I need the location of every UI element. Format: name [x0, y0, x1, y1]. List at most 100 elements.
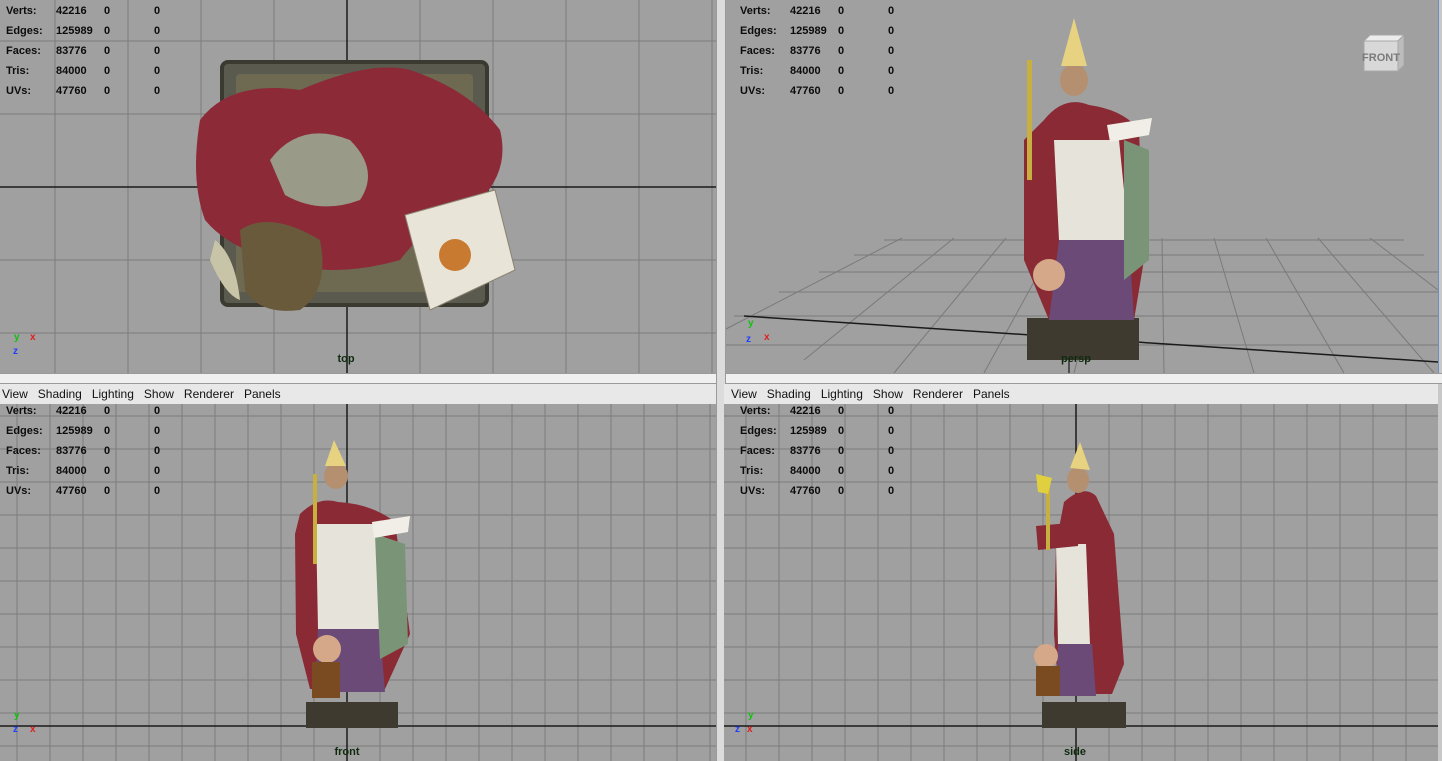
hud-value: 47760 — [56, 85, 87, 97]
statue-top-model — [196, 60, 516, 311]
hud-row-tris: Tris: 84000 0 0 — [740, 461, 894, 481]
hud-value: 125989 — [790, 425, 827, 437]
axis-y-label: y — [14, 710, 20, 721]
hud-value: 84000 — [56, 65, 87, 77]
hud-label: Tris: — [6, 465, 30, 477]
camera-label-side: side — [1063, 746, 1087, 758]
hud-value: 84000 — [790, 465, 821, 477]
statue-persp-model — [1024, 18, 1152, 360]
hud-selected: 0 — [104, 465, 111, 477]
viewport-side[interactable]: Verts: 42216 0 0 Edges: 125989 0 0 Faces: 83776… — [724, 404, 1438, 761]
hud-label: Verts: — [740, 5, 771, 17]
viewport-top[interactable]: Verts: 42216 0 0 Edges: 125989 0 0 Faces: 83776… — [0, 0, 716, 373]
axis-z-label: z — [735, 724, 740, 735]
hud-value: 47760 — [56, 485, 87, 497]
panel-menubar-front: View Shading Lighting Show Renderer Pane… — [0, 384, 716, 405]
viewport-front[interactable]: Verts: 42216 0 0 Edges: 125989 0 0 Faces: 83776… — [0, 404, 716, 761]
axis-y-label: y — [748, 318, 754, 329]
hud-selected: 0 — [104, 65, 111, 77]
hud-selected: 0 — [838, 465, 845, 477]
hud-label: Edges: — [740, 425, 777, 437]
menu-show[interactable]: Show — [139, 387, 179, 401]
axis-x-label: x — [30, 724, 36, 735]
menu-panels[interactable]: Panels — [239, 387, 286, 401]
viewport-persp[interactable]: FRONT Verts: 42216 0 0 Edges: 125989 0 0 Faces… — [723, 0, 1439, 374]
hud-row-uvs: UVs: 47760 0 0 — [740, 481, 894, 501]
hud-label: Verts: — [6, 405, 37, 417]
hud-row-verts: Verts: 42216 0 0 — [740, 1, 894, 21]
hud-selected: 0 — [104, 425, 111, 437]
hud-selected: 0 — [104, 445, 111, 457]
statue-front-model — [295, 440, 410, 728]
hud-row-edges: Edges: 125989 0 0 — [740, 421, 894, 441]
axis-z-label: z — [13, 724, 18, 735]
menu-panels[interactable]: Panels — [968, 387, 1015, 401]
axis-y-label: y — [14, 332, 20, 343]
hud-row-uvs: UVs: 47760 0 0 — [6, 481, 160, 501]
statue-side-model — [1034, 442, 1126, 728]
hud-component: 0 — [888, 25, 895, 37]
menu-shading[interactable]: Shading — [762, 387, 816, 401]
hud-component: 0 — [154, 425, 161, 437]
hud-component: 0 — [888, 465, 895, 477]
camera-label-persp: persp — [1061, 353, 1091, 365]
hud-row-faces: Faces: 83776 0 0 — [6, 441, 160, 461]
hud-selected: 0 — [838, 65, 845, 77]
hud-selected: 0 — [104, 405, 111, 417]
axis-z-label: z — [13, 346, 18, 357]
hud-component: 0 — [888, 485, 895, 497]
hud-selected: 0 — [838, 485, 845, 497]
menu-view[interactable]: View — [724, 387, 762, 401]
menu-lighting[interactable]: Lighting — [87, 387, 139, 401]
hud-component: 0 — [888, 445, 895, 457]
menu-lighting[interactable]: Lighting — [816, 387, 868, 401]
hud-row-verts: Verts: 42216 0 0 — [740, 404, 894, 421]
axis-z-label: z — [746, 334, 751, 345]
poly-count-hud: Verts: 42216 0 0 Edges: 125989 0 0 Faces: 83776… — [740, 404, 894, 501]
axis-x-label: x — [30, 332, 36, 343]
hud-component: 0 — [888, 405, 895, 417]
hud-selected: 0 — [838, 445, 845, 457]
hud-value: 42216 — [56, 5, 87, 17]
hud-label: Tris: — [6, 65, 30, 77]
hud-selected: 0 — [838, 5, 845, 17]
hud-label: UVs: — [740, 85, 766, 97]
hud-value: 83776 — [56, 445, 87, 457]
axis-x-label: x — [764, 332, 770, 343]
hud-component: 0 — [154, 45, 161, 57]
hud-value: 42216 — [56, 405, 87, 417]
hud-row-verts: Verts: 42216 0 0 — [6, 404, 160, 421]
view-cube-face-label: FRONT — [1362, 52, 1400, 64]
hud-component: 0 — [154, 405, 161, 417]
hud-selected: 0 — [104, 45, 111, 57]
hud-row-edges: Edges: 125989 0 0 — [6, 421, 160, 441]
hud-selected: 0 — [838, 425, 845, 437]
hud-component: 0 — [154, 65, 161, 77]
hud-component: 0 — [154, 5, 161, 17]
hud-label: Edges: — [6, 425, 43, 437]
hud-label: Faces: — [740, 45, 775, 57]
hud-row-verts: Verts: 42216 0 0 — [6, 1, 160, 21]
hud-row-faces: Faces: 83776 0 0 — [740, 41, 894, 61]
hud-value: 84000 — [56, 465, 87, 477]
hud-row-faces: Faces: 83776 0 0 — [6, 41, 160, 61]
hud-selected: 0 — [104, 85, 111, 97]
hud-label: Tris: — [740, 465, 764, 477]
hud-label: Faces: — [740, 445, 775, 457]
hud-value: 84000 — [790, 65, 821, 77]
menu-renderer[interactable]: Renderer — [179, 387, 239, 401]
axis-x-label: x — [747, 724, 753, 735]
poly-count-hud: Verts: 42216 0 0 Edges: 125989 0 0 Faces: 83776… — [6, 404, 160, 501]
menu-show[interactable]: Show — [868, 387, 908, 401]
hud-label: Tris: — [740, 65, 764, 77]
hud-label: UVs: — [6, 485, 32, 497]
hud-selected: 0 — [104, 5, 111, 17]
view-cube[interactable]: FRONT — [1358, 33, 1404, 75]
hud-value: 125989 — [56, 25, 93, 37]
menu-shading[interactable]: Shading — [33, 387, 87, 401]
hud-component: 0 — [154, 445, 161, 457]
hud-row-faces: Faces: 83776 0 0 — [740, 441, 894, 461]
menu-view[interactable]: View — [0, 387, 33, 401]
menu-renderer[interactable]: Renderer — [908, 387, 968, 401]
hud-selected: 0 — [838, 45, 845, 57]
